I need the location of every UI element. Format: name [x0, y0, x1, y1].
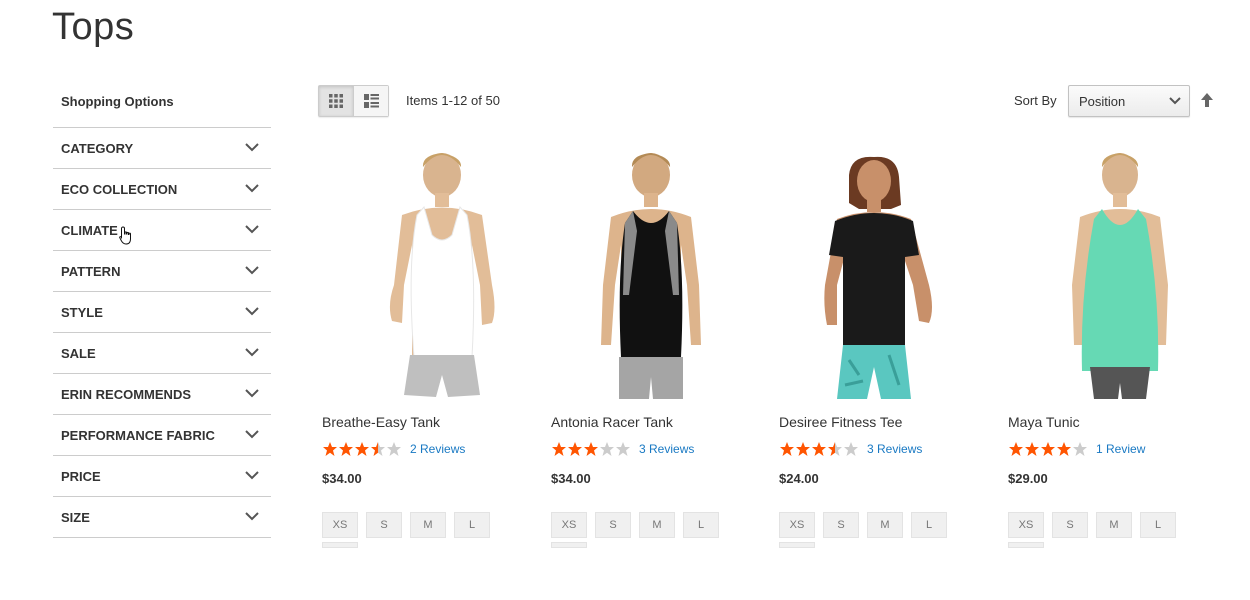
size-swatch-l[interactable]: L: [454, 512, 490, 538]
reviews-link[interactable]: 1 Review: [1096, 442, 1145, 456]
filter-style[interactable]: STYLE: [53, 292, 271, 333]
products-toolbar: Items 1-12 of 50 Sort By Position: [318, 85, 1218, 117]
size-swatches: XS S M L: [551, 512, 751, 538]
filter-label: CLIMATE: [61, 222, 118, 238]
size-swatch-s[interactable]: S: [595, 512, 631, 538]
product-rating: 3 Reviews: [779, 441, 979, 457]
size-swatch-s[interactable]: S: [366, 512, 402, 538]
filter-label: CATEGORY: [61, 140, 134, 156]
filter-category[interactable]: CATEGORY: [53, 128, 271, 169]
product-photo[interactable]: [551, 145, 751, 403]
grid-view-button[interactable]: [319, 86, 353, 116]
size-swatch-l[interactable]: L: [683, 512, 719, 538]
sort-by-select[interactable]: Position: [1068, 85, 1190, 117]
filter-eco-collection[interactable]: ECO COLLECTION: [53, 169, 271, 210]
size-swatches: XS S M L: [1008, 512, 1208, 538]
size-swatch-s[interactable]: S: [823, 512, 859, 538]
product-price: $24.00: [779, 471, 819, 486]
sort-by-value: Position: [1079, 94, 1126, 109]
filter-performance-fabric[interactable]: PERFORMANCE FABRIC: [53, 415, 271, 456]
product-rating: 3 Reviews: [551, 441, 751, 457]
product-name[interactable]: Maya Tunic: [1008, 414, 1208, 432]
filter-price[interactable]: PRICE: [53, 456, 271, 497]
product-item: Desiree Fitness Tee 3 Reviews $24.00 XS …: [779, 145, 979, 548]
size-swatch-partial[interactable]: [322, 542, 358, 548]
chevron-down-icon: [245, 430, 259, 439]
product-price: $34.00: [322, 471, 362, 486]
size-swatch-m[interactable]: M: [639, 512, 675, 538]
toolbar-amount: Items 1-12 of 50: [406, 93, 500, 108]
product-photo[interactable]: [322, 145, 522, 403]
chevron-down-icon: [245, 471, 259, 480]
chevron-down-icon: [245, 266, 259, 275]
filter-size[interactable]: SIZE: [53, 497, 271, 538]
size-swatch-partial[interactable]: [551, 542, 587, 548]
size-swatch-partial[interactable]: [779, 542, 815, 548]
filter-label: PERFORMANCE FABRIC: [61, 427, 215, 443]
size-swatch-partial[interactable]: [1008, 542, 1044, 548]
filter-label: SALE: [61, 345, 96, 361]
arrow-up-icon[interactable]: [1200, 92, 1214, 108]
chevron-down-icon: [245, 225, 259, 234]
size-swatches: XS S M L: [779, 512, 979, 538]
product-rating: 2 Reviews: [322, 441, 522, 457]
size-swatch-l[interactable]: L: [1140, 512, 1176, 538]
product-price: $29.00: [1008, 471, 1048, 486]
rating-stars-icon: [780, 442, 858, 456]
chevron-down-icon: [245, 143, 259, 152]
size-swatch-s[interactable]: S: [1052, 512, 1088, 538]
view-mode-switcher: [318, 85, 389, 117]
product-item: Antonia Racer Tank 3 Reviews $34.00 XS S…: [551, 145, 751, 548]
chevron-down-icon: [245, 348, 259, 357]
size-swatch-l[interactable]: L: [911, 512, 947, 538]
page-title: Tops: [52, 6, 135, 48]
filter-label: PRICE: [61, 468, 101, 484]
product-name[interactable]: Breathe-Easy Tank: [322, 414, 522, 432]
chevron-down-icon: [245, 307, 259, 316]
list-icon: [363, 94, 379, 108]
product-item: Breathe-Easy Tank 2 Reviews $34.00 XS S …: [322, 145, 522, 548]
product-photo[interactable]: [779, 145, 979, 403]
filter-label: ECO COLLECTION: [61, 181, 178, 197]
filter-label: PATTERN: [61, 263, 121, 279]
product-photo[interactable]: [1008, 145, 1208, 403]
product-rating: 1 Review: [1008, 441, 1208, 457]
size-swatch-xs[interactable]: XS: [551, 512, 587, 538]
hand-pointer-cursor-icon: [119, 226, 131, 245]
shopping-options-sidebar: Shopping Options CATEGORY ECO COLLECTION…: [53, 88, 271, 538]
chevron-down-icon: [1169, 97, 1181, 105]
rating-stars-icon: [552, 442, 630, 456]
filter-erin-recommends[interactable]: ERIN RECOMMENDS: [53, 374, 271, 415]
filter-pattern[interactable]: PATTERN: [53, 251, 271, 292]
size-swatch-xs[interactable]: XS: [322, 512, 358, 538]
size-swatch-xs[interactable]: XS: [779, 512, 815, 538]
size-swatch-m[interactable]: M: [410, 512, 446, 538]
filter-label: ERIN RECOMMENDS: [61, 386, 192, 402]
size-swatches: XS S M L: [322, 512, 522, 538]
size-swatch-xs[interactable]: XS: [1008, 512, 1044, 538]
chevron-down-icon: [245, 389, 259, 398]
product-item: Maya Tunic 1 Review $29.00 XS S M L: [1008, 145, 1208, 548]
rating-stars-icon: [323, 442, 401, 456]
chevron-down-icon: [245, 512, 259, 521]
reviews-link[interactable]: 2 Reviews: [410, 442, 465, 456]
rating-stars-icon: [1009, 442, 1087, 456]
chevron-down-icon: [245, 184, 259, 193]
size-swatch-m[interactable]: M: [867, 512, 903, 538]
filter-label: STYLE: [61, 304, 103, 320]
product-name[interactable]: Desiree Fitness Tee: [779, 414, 979, 432]
size-swatch-m[interactable]: M: [1096, 512, 1132, 538]
filter-climate[interactable]: CLIMATE: [53, 210, 271, 251]
filter-label: SIZE: [61, 509, 90, 525]
product-name[interactable]: Antonia Racer Tank: [551, 414, 751, 432]
filter-sale[interactable]: SALE: [53, 333, 271, 374]
reviews-link[interactable]: 3 Reviews: [639, 442, 694, 456]
shopping-options-title: Shopping Options: [53, 88, 271, 128]
reviews-link[interactable]: 3 Reviews: [867, 442, 922, 456]
product-price: $34.00: [551, 471, 591, 486]
grid-icon: [329, 94, 343, 108]
list-view-button[interactable]: [353, 86, 388, 116]
sort-by-label: Sort By: [1014, 93, 1057, 108]
